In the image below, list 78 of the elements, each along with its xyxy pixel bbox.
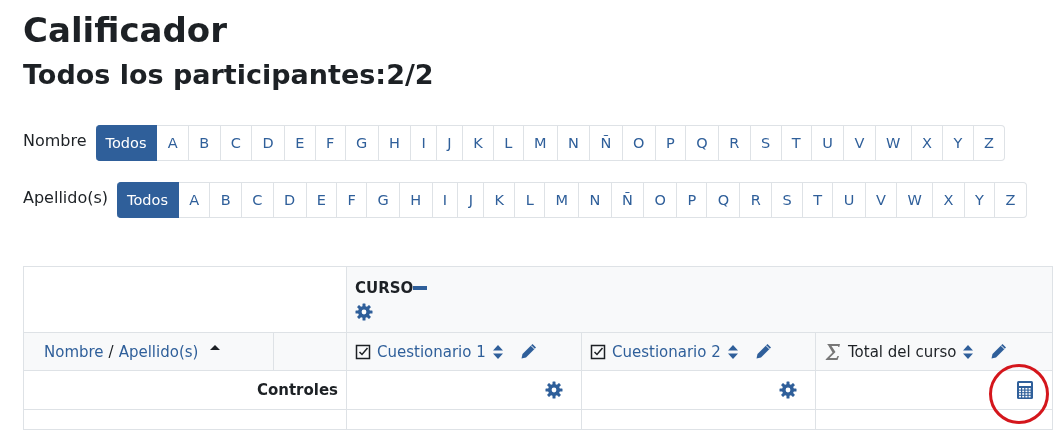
letter-button[interactable]: H [400,182,433,218]
sigma-icon [824,341,842,362]
page-subtitle: Todos los participantes:2/2 [23,58,435,92]
letter-button[interactable]: D [273,182,307,218]
letter-button[interactable]: A [157,125,189,161]
letter-button[interactable]: E [306,182,338,218]
letter-button[interactable]: L [515,182,546,218]
grade-item-link[interactable]: Cuestionario 2 [612,342,721,361]
letter-button[interactable]: X [933,182,965,218]
letter-button[interactable]: O [644,182,678,218]
pencil-icon[interactable] [754,343,772,360]
sort-link[interactable]: Nombre [44,342,104,361]
letter-button[interactable]: T [802,182,834,218]
letter-button[interactable]: P [655,125,686,161]
letter-button[interactable]: J [458,182,485,218]
letter-button[interactable]: F [337,182,368,218]
letter-button[interactable]: P [677,182,708,218]
letter-button[interactable]: H [378,125,412,161]
letter-button[interactable]: W [897,182,934,218]
letter-button[interactable]: B [189,125,221,161]
letter-button[interactable]: M [545,182,580,218]
letter-button[interactable]: Q [707,182,741,218]
letter-button[interactable]: Q [686,125,719,161]
letter-button[interactable]: E [285,125,316,161]
letter-button[interactable]: Y [964,182,996,218]
letter-button[interactable]: S [750,125,782,161]
letter-button[interactable]: U [811,125,845,161]
letter-button[interactable]: F [315,125,346,161]
letter-button[interactable]: R [719,125,751,161]
letter-button[interactable]: I [432,182,459,218]
all-button[interactable]: Todos [95,125,158,161]
pencil-icon[interactable] [519,343,537,360]
category-name: CURSO [355,278,414,297]
settings-icon[interactable] [779,381,797,400]
filter-label: Nombre [23,130,87,150]
sort-link[interactable]: Apellido(s) [118,342,199,361]
letter-button[interactable]: T [781,125,812,161]
letter-button[interactable]: U [833,182,866,218]
letter-button[interactable]: V [844,125,876,161]
grade-item-link[interactable]: Cuestionario 1 [377,342,486,361]
page-title: Calificador [23,9,228,52]
letter-button[interactable]: Z [995,182,1027,218]
letter-button[interactable]: V [865,182,898,218]
letter-button[interactable]: B [210,182,242,218]
all-button[interactable]: Todos [117,182,179,218]
letter-button[interactable]: G [345,125,379,161]
checkbox-icon [590,343,606,360]
letter-button[interactable]: L [493,125,524,161]
letter-button[interactable]: A [178,182,211,218]
letter-button[interactable]: D [252,125,286,161]
letter-button[interactable]: S [772,182,803,218]
grade-item-name: Total del curso [848,342,957,361]
letter-button[interactable]: M [523,125,558,161]
row-label: Controles [256,381,338,399]
letter-button[interactable]: C [242,182,274,218]
letter-button[interactable]: O [622,125,656,161]
letter-button[interactable]: W [875,125,912,161]
letter-button[interactable]: Z [973,125,1006,161]
settings-icon[interactable] [355,302,373,321]
filter-label: Apellido(s) [23,187,109,207]
checkbox-icon [355,343,371,360]
letter-button[interactable]: N [579,182,612,218]
letter-button[interactable]: J [436,125,463,161]
pencil-icon[interactable] [990,343,1008,360]
letter-button[interactable]: I [411,125,437,161]
settings-icon[interactable] [545,381,563,400]
letter-button[interactable]: K [484,182,516,218]
letter-button[interactable]: Ñ [611,182,645,218]
letter-button[interactable]: K [462,125,494,161]
letter-button[interactable]: N [557,125,591,161]
letter-button[interactable]: G [367,182,401,218]
letter-button[interactable]: X [911,125,944,161]
letter-button[interactable]: Y [943,125,974,161]
letter-button[interactable]: R [740,182,773,218]
letter-button[interactable]: C [220,125,253,161]
separator-text: / [108,342,114,361]
calculator-icon[interactable] [1016,380,1034,400]
letter-button[interactable]: Ñ [590,125,623,161]
